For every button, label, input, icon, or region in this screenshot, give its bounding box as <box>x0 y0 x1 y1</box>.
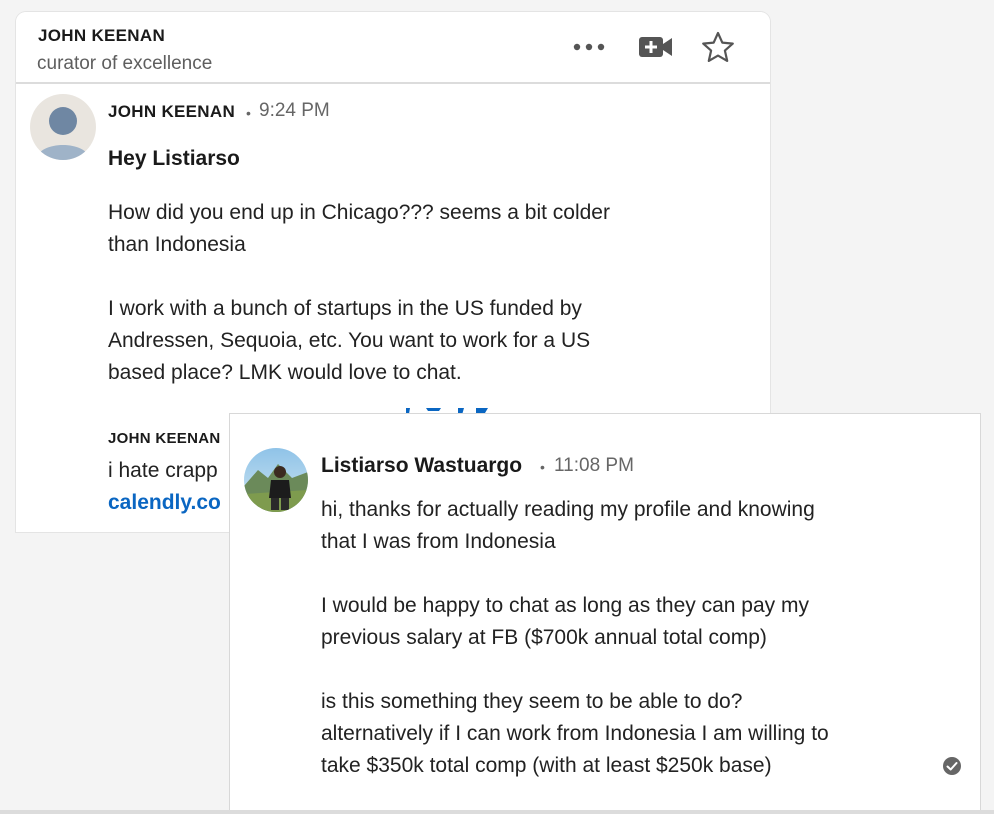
message-body-line: than Indonesia <box>108 233 246 256</box>
sender-avatar-placeholder[interactable] <box>30 94 96 160</box>
header-contact-headline: curator of excellence <box>37 53 213 74</box>
signature-name: JOHN KEENAN <box>108 430 221 447</box>
time-separator: • <box>246 105 251 121</box>
more-options-icon[interactable] <box>568 30 612 64</box>
listiarso-avatar[interactable] <box>244 448 308 512</box>
message-body-line: How did you end up in Chicago??? seems a… <box>108 201 610 224</box>
reply-sender-name[interactable]: Listiarso Wastuargo <box>321 454 522 478</box>
reply-body-line: take $350k total comp (with at least $25… <box>321 754 772 777</box>
reply-body-line: is this something they seem to be able t… <box>321 690 743 713</box>
reply-body-line: previous salary at FB ($700k annual tota… <box>321 626 767 649</box>
read-receipt-check-icon <box>942 756 962 776</box>
reply-timestamp: 11:08 PM <box>554 455 634 476</box>
message-sender-name[interactable]: JOHN KEENAN <box>108 102 235 122</box>
signature-text: i hate crapp <box>108 459 218 482</box>
message-timestamp: 9:24 PM <box>259 100 330 121</box>
time-separator: • <box>540 459 545 475</box>
bottom-divider <box>0 810 994 814</box>
listiarso-reply-card: Listiarso Wastuargo • 11:08 PM hi, thank… <box>230 414 980 814</box>
video-call-icon[interactable] <box>636 30 676 64</box>
message-body-line: I work with a bunch of startups in the U… <box>108 297 582 320</box>
message-body-line: based place? LMK would love to chat. <box>108 361 462 384</box>
reply-body-line: alternatively if I can work from Indones… <box>321 722 829 745</box>
header-contact-name[interactable]: JOHN KEENAN <box>38 26 165 46</box>
message-subject: Hey Listiarso <box>108 147 240 170</box>
reply-body-line: hi, thanks for actually reading my profi… <box>321 498 815 521</box>
calendly-link[interactable]: calendly.co <box>108 487 221 519</box>
conversation-header: JOHN KEENAN curator of excellence <box>16 12 770 84</box>
reply-body-line: that I was from Indonesia <box>321 530 556 553</box>
star-icon[interactable] <box>698 30 738 64</box>
message-body-line: Andressen, Sequoia, etc. You want to wor… <box>108 329 591 352</box>
reply-body-line: I would be happy to chat as long as they… <box>321 594 809 617</box>
